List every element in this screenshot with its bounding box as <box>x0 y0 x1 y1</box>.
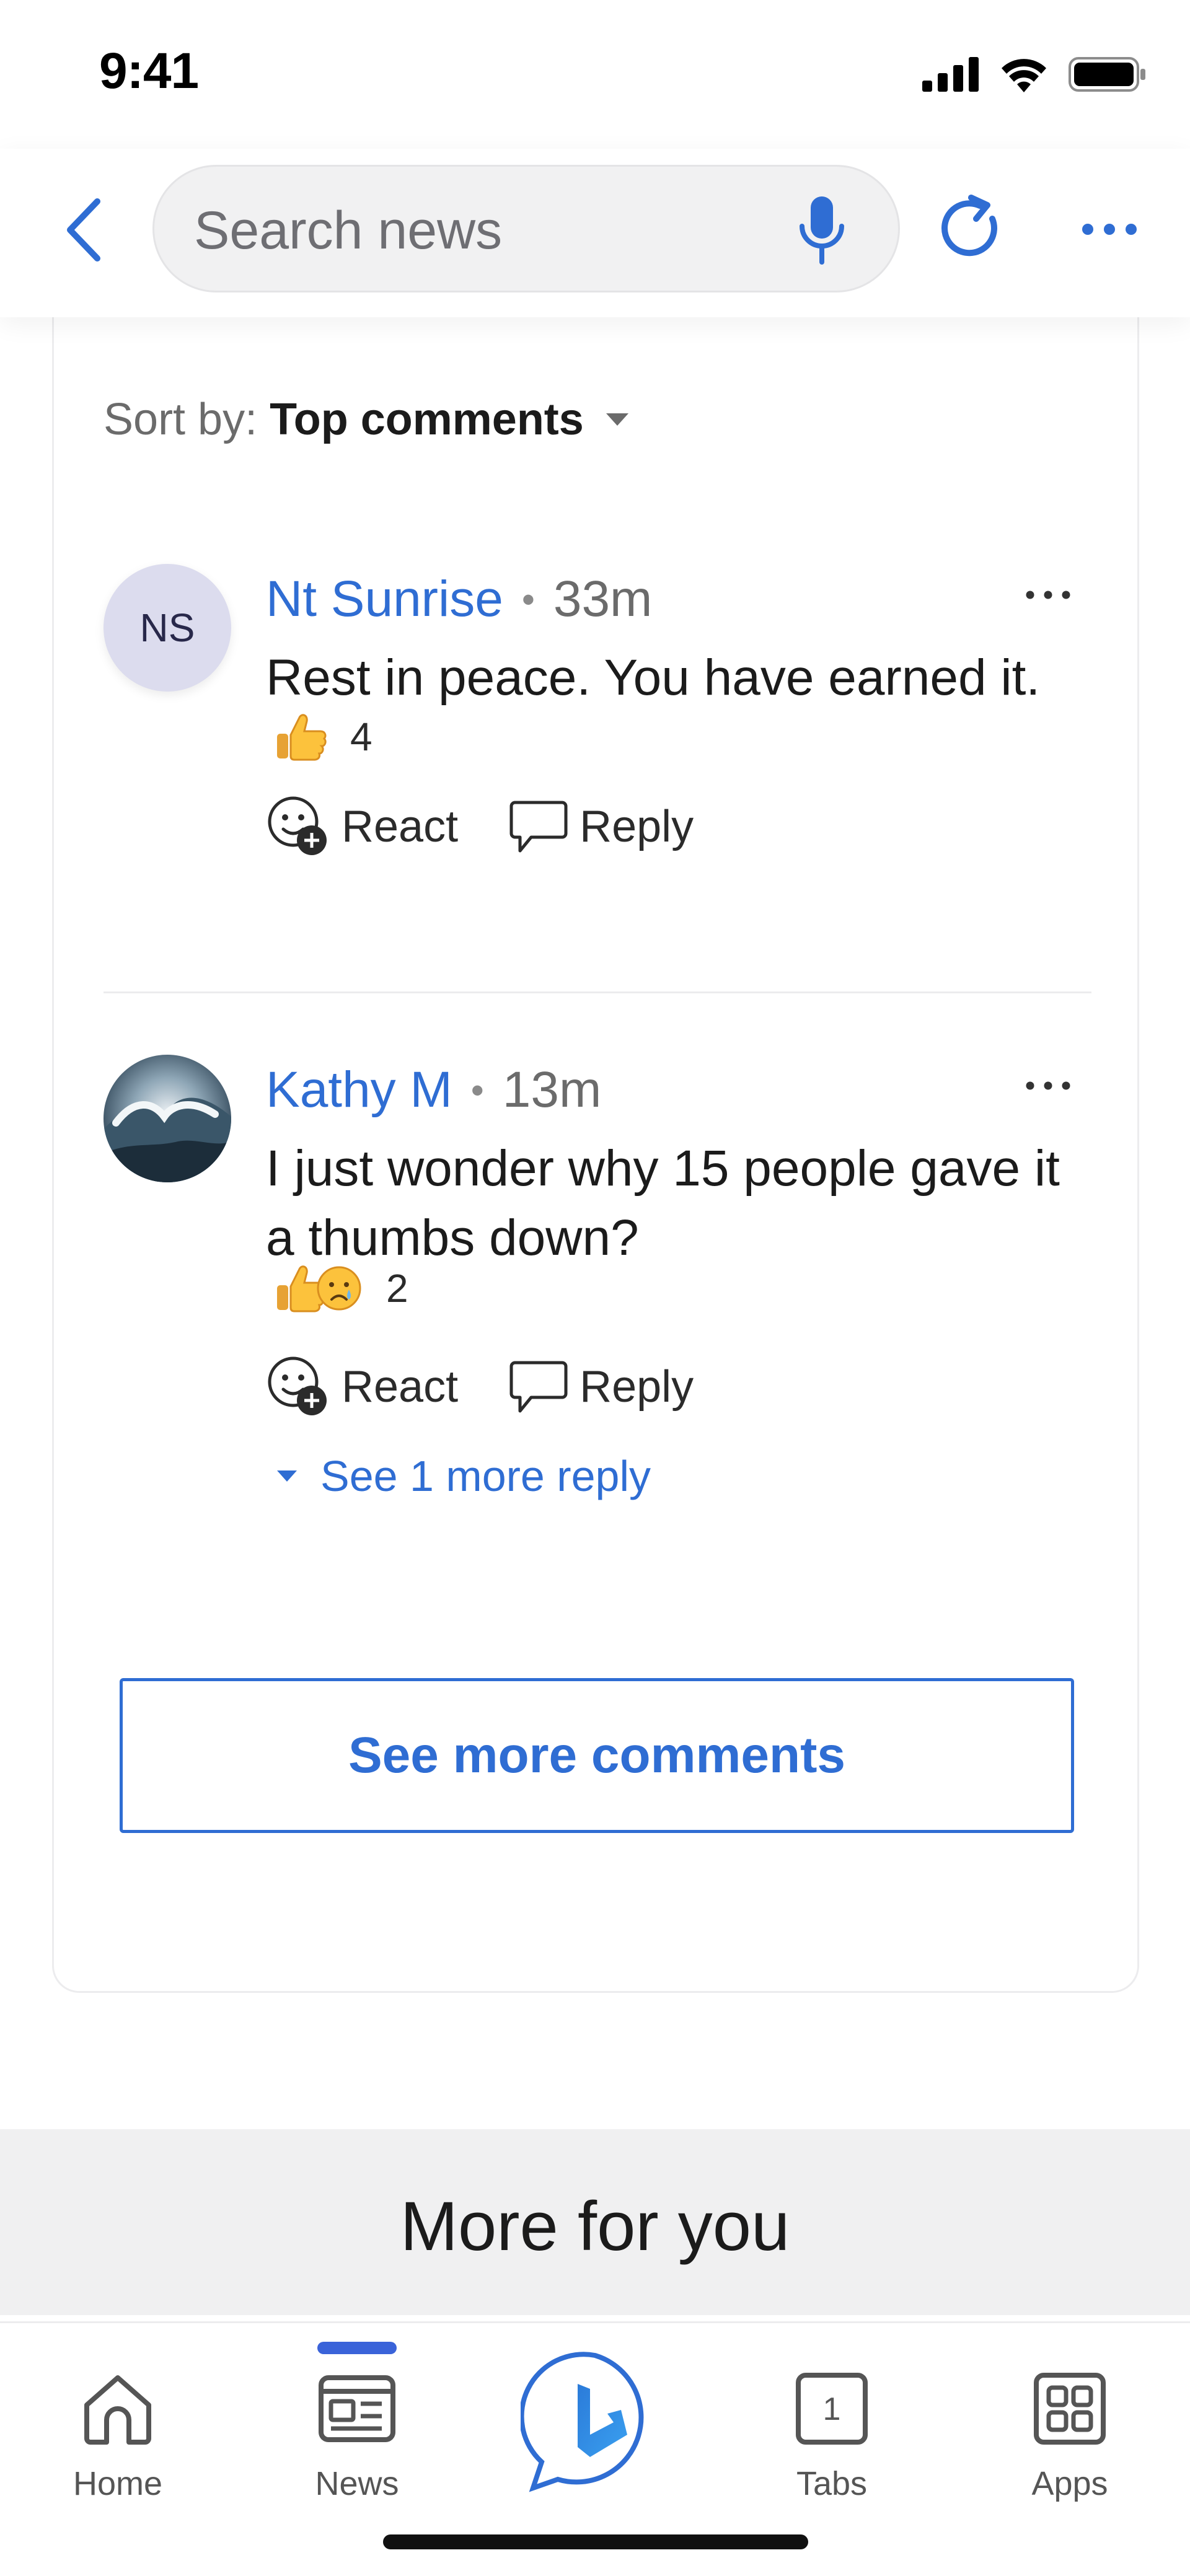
comment-meta: Nt Sunrise • 33m <box>266 570 652 628</box>
comment-actions: React Reply <box>266 1355 694 1419</box>
nav-home[interactable]: Home <box>43 2323 192 2509</box>
home-indicator <box>383 2534 808 2549</box>
comment-author[interactable]: Kathy M <box>266 1061 452 1119</box>
more-for-you-section: More for you <box>0 2129 1190 2315</box>
comment-more-button[interactable] <box>1017 1067 1079 1104</box>
back-arrow-icon <box>67 198 100 262</box>
status-bar: 9:41 <box>0 0 1190 149</box>
reactions-summary[interactable]: 2 <box>276 1263 408 1314</box>
nav-news-label: News <box>315 2465 399 2502</box>
more-dots-icon <box>1026 1081 1070 1090</box>
comment-text: Rest in peace. You have earned it. <box>266 649 1041 706</box>
see-replies-label: See 1 more reply <box>320 1452 651 1500</box>
meta-separator: • <box>521 578 535 620</box>
refresh-icon <box>941 195 997 257</box>
more-dots-icon <box>1026 591 1070 599</box>
nav-active-indicator <box>317 2342 397 2354</box>
apps-grid-icon <box>1034 2373 1106 2445</box>
cellular-signal-icon <box>922 57 979 92</box>
see-more-comments-button[interactable]: See more comments <box>120 1678 1074 1833</box>
nav-tabs-label: Tabs <box>796 2465 868 2502</box>
search-input[interactable]: Search news <box>152 165 900 292</box>
status-icons <box>922 50 1147 99</box>
add-reaction-icon <box>268 796 327 855</box>
section-title: More for you <box>400 2187 790 2265</box>
news-icon <box>319 2375 395 2442</box>
tabs-icon: 1 <box>796 2373 868 2445</box>
comment-more-button[interactable] <box>1017 576 1079 613</box>
tabs-count: 1 <box>823 2391 841 2427</box>
sad-emoji-icon <box>317 1266 361 1311</box>
avatar[interactable]: NS <box>104 564 231 692</box>
voice-search-button[interactable] <box>794 193 850 267</box>
sort-label: Sort by: <box>104 395 258 444</box>
reactions-summary[interactable]: 4 <box>276 711 372 762</box>
meta-separator: • <box>470 1069 484 1111</box>
see-more-replies-link[interactable]: See 1 more reply <box>276 1451 651 1501</box>
comment-text: I just wonder why 15 people gave it a th… <box>266 1140 1060 1266</box>
comment-time: 13m <box>502 1062 602 1118</box>
react-button[interactable]: React <box>266 794 458 859</box>
battery-icon <box>1069 57 1145 92</box>
sort-value: Top comments <box>270 395 584 444</box>
more-dots-icon <box>1082 224 1137 235</box>
comment-author[interactable]: Nt Sunrise <box>266 570 503 628</box>
page: 9:41 Search news Sort by: Top comments N… <box>0 0 1190 2576</box>
sort-dropdown[interactable]: Sort by: Top comments <box>104 394 630 445</box>
bing-chat-icon <box>519 2352 644 2492</box>
comment-time: 33m <box>553 571 653 627</box>
reaction-count: 4 <box>350 714 372 759</box>
wifi-icon <box>1002 59 1046 92</box>
status-time: 9:41 <box>99 43 199 99</box>
reaction-count: 2 <box>386 1266 408 1311</box>
react-label: React <box>342 802 459 851</box>
refresh-button[interactable] <box>933 186 1008 270</box>
react-label: React <box>342 1362 459 1412</box>
avatar[interactable] <box>104 1055 231 1182</box>
nav-tabs[interactable]: 1 Tabs <box>757 2323 906 2509</box>
reply-label: Reply <box>580 1362 694 1412</box>
home-icon <box>84 2375 151 2445</box>
more-options-button[interactable] <box>1072 198 1147 260</box>
comment-meta: Kathy M • 13m <box>266 1061 601 1119</box>
comments-card: Sort by: Top comments NS Nt Sunrise • 33… <box>52 273 1139 1993</box>
caret-down-icon <box>605 412 630 427</box>
reply-button[interactable]: Reply <box>509 799 694 855</box>
reply-bubble-icon <box>509 1361 568 1413</box>
avatar-image <box>104 1055 231 1182</box>
thumbs-up-emoji-icon <box>277 714 327 761</box>
add-reaction-icon <box>268 1356 327 1415</box>
reply-bubble-icon <box>509 801 568 853</box>
reply-button[interactable]: Reply <box>509 1359 694 1415</box>
nav-news[interactable]: News <box>283 2323 431 2509</box>
caret-down-icon <box>277 1470 297 1482</box>
nav-bing-chat[interactable] <box>519 2348 669 2497</box>
reply-label: Reply <box>580 802 694 851</box>
header: Search news <box>0 149 1190 317</box>
microphone-icon <box>800 196 844 265</box>
back-button[interactable] <box>56 190 112 270</box>
search-placeholder: Search news <box>194 201 503 260</box>
nav-apps[interactable]: Apps <box>995 2323 1144 2509</box>
nav-home-label: Home <box>73 2465 163 2502</box>
react-button[interactable]: React <box>266 1355 458 1419</box>
comment-divider <box>104 991 1091 993</box>
comment-actions: React Reply <box>266 794 694 859</box>
nav-apps-label: Apps <box>1031 2465 1108 2502</box>
